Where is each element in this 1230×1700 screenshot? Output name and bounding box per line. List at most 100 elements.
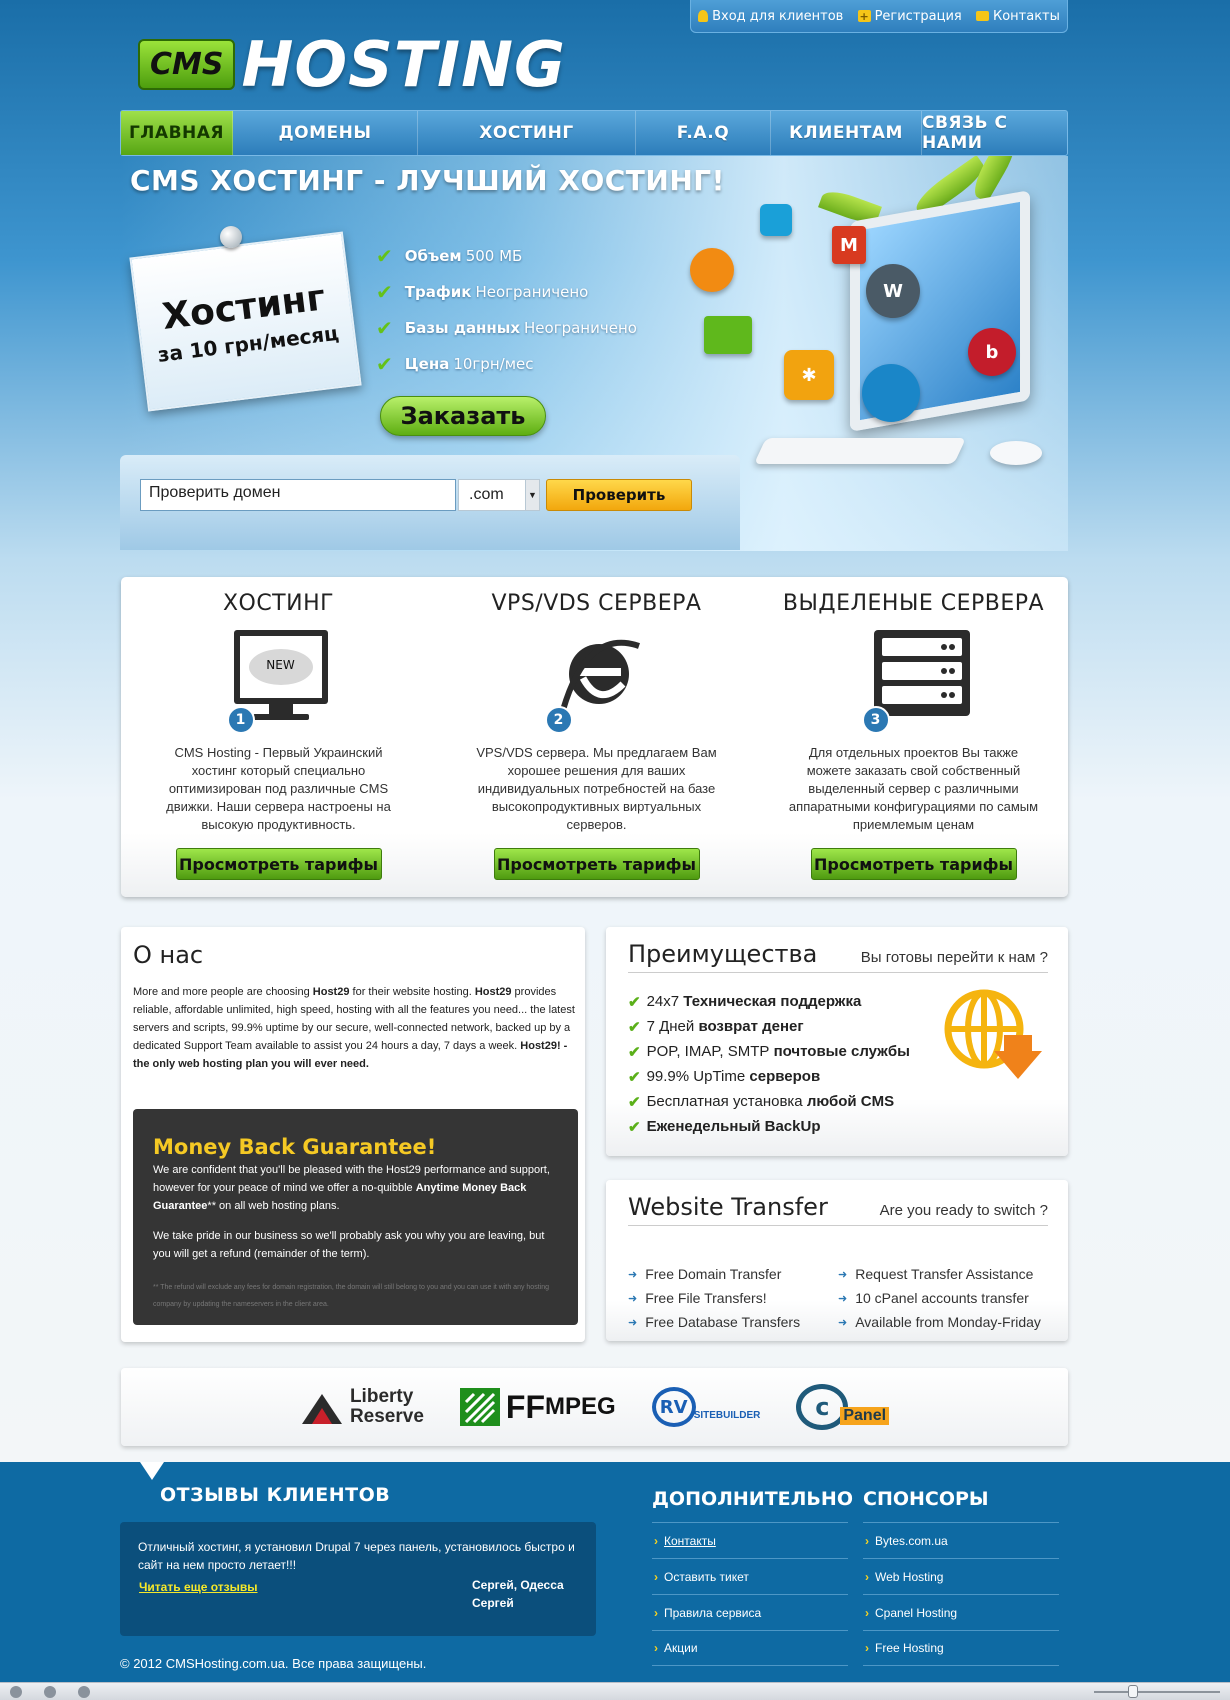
- pin-icon: [220, 226, 242, 248]
- nav-item-domains[interactable]: ДОМЕНЫ: [233, 111, 418, 155]
- arrow-right-icon: ➜: [838, 1316, 848, 1329]
- feature-row: ✔ Базы данных Неограничено: [376, 316, 637, 340]
- xoops-icon: [704, 316, 752, 354]
- login-link[interactable]: Вход для клиентов: [698, 9, 843, 24]
- view-tariffs-button[interactable]: Просмотреть тарифы: [493, 848, 700, 880]
- service-title: VPS/VDS СЕРВЕРА: [491, 591, 702, 616]
- nav-item-contact[interactable]: СВЯЗЬ С НАМИ: [922, 111, 1067, 155]
- footer-link[interactable]: › Правила сервиса: [652, 1594, 848, 1630]
- step-number: 3: [861, 706, 890, 734]
- nav-item-clients[interactable]: КЛИЕНТАМ: [771, 111, 922, 155]
- domain-search-input[interactable]: Проверить домен: [140, 479, 456, 511]
- service-icon-wrap: 2: [527, 628, 667, 734]
- liberty-reserve-logo[interactable]: Liberty Reserve: [300, 1387, 424, 1427]
- check-domain-button[interactable]: Проверить: [546, 479, 692, 511]
- list-item: ✔ POP, IMAP, SMTP почтовые службы: [628, 1039, 910, 1064]
- plus-icon: +: [857, 9, 871, 23]
- services-panel: ХОСТИНГ NEW 1 CMS Hosting - Первый Украи…: [121, 577, 1068, 897]
- transfer-header: Website Transfer Are you ready to switch…: [628, 1193, 1048, 1226]
- review-box: Отличный хостинг, я установил Drupal 7 ч…: [120, 1522, 596, 1636]
- bitrix-icon: b: [968, 328, 1016, 376]
- list-item: ➜ 10 cPanel accounts transfer: [838, 1286, 1041, 1310]
- view-tariffs-button[interactable]: Просмотреть тарифы: [810, 848, 1017, 880]
- zoom-slider-handle[interactable]: [1128, 1685, 1138, 1698]
- footer-extra-column: ДОПОЛНИТЕЛЬНО › Контакты › Оставить тикет …: [652, 1488, 853, 1666]
- register-link[interactable]: + Регистрация: [857, 8, 962, 24]
- footer-link[interactable]: › Оставить тикет: [652, 1558, 848, 1594]
- partner-name: SITEBUILDER: [693, 1409, 761, 1421]
- logo-hosting-text: HOSTING: [241, 28, 566, 101]
- cpanel-logo[interactable]: c Panel: [796, 1384, 890, 1430]
- footer-link[interactable]: › Web Hosting: [863, 1558, 1059, 1594]
- service-icon-wrap: NEW 1: [209, 628, 349, 734]
- chevron-right-icon: ›: [654, 1533, 658, 1548]
- list-item: ✔ Бесплатная установка любой CMS: [628, 1089, 910, 1114]
- magento-icon: M: [832, 226, 866, 264]
- rvsitebuilder-logo[interactable]: RV SITEBUILDER: [651, 1387, 761, 1427]
- about-title: О нас: [133, 941, 204, 969]
- footer-link-label: Контакты: [664, 1533, 716, 1548]
- arrow-right-icon: ➜: [628, 1316, 638, 1329]
- footer-link-label: Оставить тикет: [664, 1569, 749, 1584]
- order-button[interactable]: Заказать: [380, 396, 546, 436]
- share-icon[interactable]: [44, 1686, 56, 1698]
- step-number: 2: [544, 706, 573, 734]
- check-icon: ✔: [628, 1043, 641, 1061]
- contacts-link[interactable]: Контакты: [975, 9, 1060, 24]
- footer-link[interactable]: › Cpanel Hosting: [863, 1594, 1059, 1630]
- feature-label: Цена: [404, 355, 450, 373]
- list-item: ✔ Еженедельный BackUp: [628, 1114, 910, 1139]
- cloud-icon[interactable]: [10, 1686, 22, 1698]
- view-tariffs-button[interactable]: Просмотреть тарифы: [175, 848, 382, 880]
- feature-value: 500 МБ: [465, 247, 523, 265]
- mail-icon: [975, 11, 989, 21]
- adv-bold: серверов: [749, 1068, 821, 1085]
- about-box: О нас More and more people are choosing …: [121, 927, 585, 1342]
- feature-value: Неограничено: [475, 283, 589, 301]
- chevron-right-icon: ›: [654, 1569, 658, 1584]
- transfer-item: Request Transfer Assistance: [855, 1266, 1034, 1282]
- advantages-box: Преимущества Вы готовы перейти к нам ? ✔…: [606, 927, 1068, 1156]
- adv-light: 7 Дней: [646, 1018, 695, 1035]
- speed-icon[interactable]: [78, 1686, 90, 1698]
- list-item: ➜ Free File Transfers!: [628, 1286, 800, 1310]
- list-item: ✔ 24x7 Техническая поддержка: [628, 989, 910, 1014]
- footer-link[interactable]: › Акции: [652, 1630, 848, 1666]
- domain-zone-select[interactable]: .com ▼: [458, 479, 540, 511]
- footer-link[interactable]: › Free Hosting: [863, 1630, 1059, 1666]
- step-number: 1: [226, 706, 255, 734]
- copyright: © 2012 CMSHosting.com.ua. Все права защи…: [120, 1656, 427, 1671]
- zoom-slider-track[interactable]: [1094, 1691, 1220, 1693]
- money-back-footnote: ** The refund will exclude any fees for …: [153, 1284, 549, 1308]
- ffmpeg-icon: [459, 1388, 500, 1426]
- brand-name: Host29: [474, 986, 512, 998]
- adv-bold: любой CMS: [806, 1093, 895, 1110]
- nav-item-home[interactable]: ГЛАВНАЯ: [121, 111, 233, 155]
- money-back-title: Money Back Guarantee!: [153, 1135, 437, 1159]
- service-description: CMS Hosting - Первый Украинский хостинг …: [166, 745, 391, 832]
- transfer-title: Website Transfer: [628, 1193, 828, 1221]
- register-link-label: Регистрация: [874, 8, 962, 24]
- footer-link[interactable]: › Контакты: [652, 1522, 848, 1558]
- partner-name: FF: [505, 1388, 545, 1425]
- list-item: ➜ Free Database Transfers: [628, 1310, 800, 1334]
- more-reviews-link[interactable]: Читать еще отзывы: [139, 1580, 258, 1594]
- money-back-text-2: We take pride in our business so we'll p…: [153, 1230, 545, 1260]
- nav-item-faq[interactable]: F.A.Q: [636, 111, 771, 155]
- check-icon: ✔: [628, 1068, 641, 1086]
- partner-name: Panel: [840, 1407, 890, 1425]
- chevron-down-icon[interactable]: ▼: [525, 480, 539, 510]
- site-logo[interactable]: CMS HOSTING: [138, 28, 566, 101]
- footer-link[interactable]: › Bytes.com.ua: [863, 1522, 1059, 1558]
- service-description: Для отдельных проектов Вы также можете з…: [788, 745, 1039, 832]
- advantages-title: Преимущества: [628, 940, 818, 968]
- transfer-list-right: ➜ Request Transfer Assistance ➜ 10 cPanel …: [838, 1262, 1041, 1334]
- chevron-right-icon: ›: [654, 1641, 658, 1655]
- arrow-right-icon: ➜: [838, 1268, 848, 1281]
- adv-light: POP, IMAP, SMTP: [646, 1043, 770, 1060]
- check-icon: ✔: [628, 1118, 641, 1136]
- review-author-line: Сергей, Одесса: [472, 1578, 564, 1592]
- service-card-vps: VPS/VDS СЕРВЕРА 2 VPS/VDS сервера. Мы пр…: [439, 577, 754, 897]
- ffmpeg-logo[interactable]: FF MPEG: [459, 1388, 616, 1426]
- nav-item-hosting[interactable]: ХОСТИНГ: [418, 111, 636, 155]
